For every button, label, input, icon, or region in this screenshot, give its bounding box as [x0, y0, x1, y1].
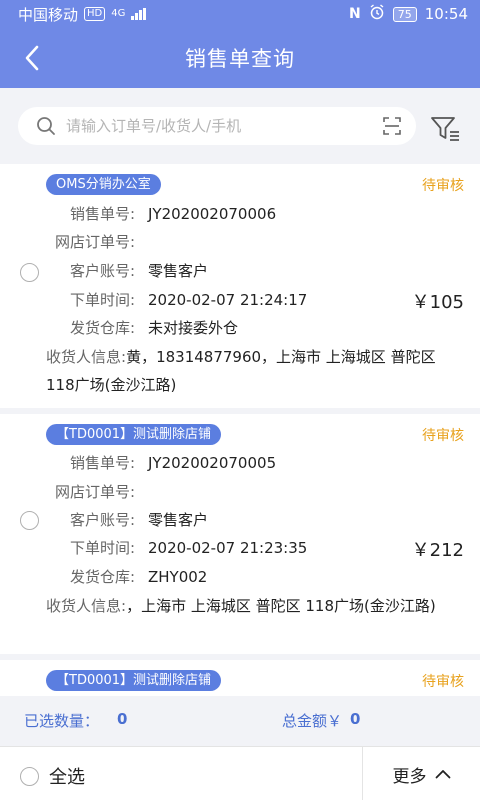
warehouse-label: 发货仓库: — [69, 319, 135, 337]
order-list: OMS分销办公室 待审核 销售单号: JY202002070006 网店订单号:… — [0, 164, 480, 696]
back-button[interactable] — [12, 38, 52, 78]
selected-count-label: 已选数量： — [24, 712, 100, 730]
receiver-info: 收货人信息:，上海市 上海城区 普陀区 118广场(金沙江路) — [46, 592, 466, 620]
order-amount: ￥212 — [411, 540, 464, 561]
status-badge: 待审核 — [422, 674, 464, 690]
nav-bar: 销售单查询 — [0, 28, 480, 88]
more-button[interactable]: 更多 — [362, 747, 480, 800]
order-time-row: 下单时间: 2020-02-07 21:23:35 — [0, 534, 480, 562]
order-no-row: 销售单号: JY202002070005 — [0, 449, 480, 477]
order-no-value: JY202002070005 — [148, 454, 277, 472]
total-amount-value: 0 — [350, 710, 361, 728]
shop-order-no-label: 网店订单号: — [54, 233, 135, 251]
search-icon — [37, 117, 55, 135]
carrier-label: 中国移动 — [18, 5, 79, 24]
receiver-label: 收货人信息: — [46, 348, 127, 366]
search-box — [18, 107, 416, 145]
order-time-label: 下单时间: — [69, 539, 135, 557]
search-input[interactable] — [66, 117, 382, 135]
back-arrow-icon — [25, 45, 39, 71]
selection-summary: 已选数量： 0 总金额￥ 0 — [0, 696, 480, 746]
search-area — [0, 88, 480, 164]
receiver-value: ，上海市 上海城区 普陀区 118广场(金沙江路) — [126, 597, 436, 615]
filter-button[interactable] — [428, 114, 464, 144]
customer-account-label: 客户账号: — [69, 511, 135, 529]
select-all[interactable]: 全选 — [20, 763, 85, 789]
order-no-label: 销售单号: — [69, 454, 135, 472]
customer-account-row: 客户账号: 零售客户 — [0, 257, 480, 285]
warehouse-value: ZHY002 — [148, 568, 208, 586]
shop-order-no-row: 网店订单号: — [0, 478, 480, 506]
nfc-icon: N — [349, 6, 361, 22]
order-card[interactable]: 【TD0001】测试删除店铺 待审核 — [0, 660, 480, 696]
status-bar: 中国移动 HD 4G N 75 10:54 — [0, 0, 480, 28]
warehouse-label: 发货仓库: — [69, 568, 135, 586]
status-badge: 待审核 — [422, 428, 464, 444]
order-card[interactable]: OMS分销办公室 待审核 销售单号: JY202002070006 网店订单号:… — [0, 164, 480, 408]
order-no-label: 销售单号: — [69, 205, 135, 223]
order-no-value: JY202002070006 — [148, 205, 277, 223]
store-tag: OMS分销办公室 — [46, 174, 161, 195]
clock-time: 10:54 — [424, 5, 468, 23]
warehouse-value: 未对接委外仓 — [148, 319, 239, 337]
customer-account-value: 零售客户 — [148, 262, 209, 280]
shop-order-no-label: 网店订单号: — [54, 483, 135, 501]
store-tag: 【TD0001】测试删除店铺 — [46, 424, 222, 445]
more-label: 更多 — [392, 766, 427, 787]
select-all-label: 全选 — [49, 767, 85, 788]
order-time-value: 2020-02-07 21:24:17 — [148, 291, 308, 309]
receiver-label: 收货人信息: — [46, 597, 127, 615]
warehouse-row: 发货仓库: ZHY002 — [0, 563, 480, 591]
select-all-radio[interactable] — [20, 766, 39, 786]
alarm-icon — [369, 4, 385, 24]
chevron-up-icon — [435, 770, 450, 779]
order-time-row: 下单时间: 2020-02-07 21:24:17 — [0, 286, 480, 314]
selected-count-value: 0 — [117, 710, 128, 728]
scan-icon[interactable] — [382, 116, 402, 136]
battery-icon: 75 — [392, 6, 417, 22]
order-time-label: 下单时间: — [69, 291, 135, 309]
total-amount-label: 总金额￥ — [282, 712, 343, 730]
order-time-value: 2020-02-07 21:23:35 — [148, 539, 308, 557]
hd-badge: HD — [84, 7, 106, 21]
bottom-bar: 全选 更多 — [0, 746, 480, 800]
status-badge: 待审核 — [422, 178, 464, 194]
filter-icon — [431, 117, 459, 141]
warehouse-row: 发货仓库: 未对接委外仓 — [0, 314, 480, 342]
signal-icon — [131, 8, 147, 20]
shop-order-no-row: 网店订单号: — [0, 228, 480, 256]
order-no-row: 销售单号: JY202002070006 — [0, 200, 480, 228]
customer-account-label: 客户账号: — [69, 262, 135, 280]
order-card[interactable]: 【TD0001】测试删除店铺 待审核 销售单号: JY202002070005 … — [0, 414, 480, 654]
customer-account-value: 零售客户 — [148, 511, 209, 529]
receiver-info: 收货人信息:黄，18314877960，上海市 上海城区 普陀区 118广场(金… — [46, 343, 466, 399]
page-title: 销售单查询 — [185, 47, 295, 71]
customer-account-row: 客户账号: 零售客户 — [0, 506, 480, 534]
store-tag: 【TD0001】测试删除店铺 — [46, 670, 222, 691]
order-amount: ￥105 — [411, 292, 464, 313]
network-label: 4G — [111, 8, 126, 19]
